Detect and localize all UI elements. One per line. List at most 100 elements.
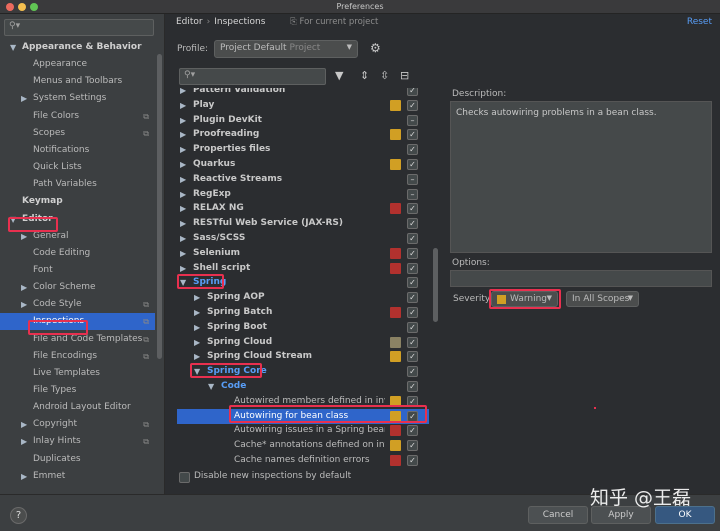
collapsed-arrow-icon[interactable]: ▶ xyxy=(194,335,200,350)
collapsed-arrow-icon[interactable]: ▶ xyxy=(194,305,200,320)
inspection-group-row[interactable]: ▶ Pattern Validation ✓ xyxy=(177,88,429,98)
inspection-group-row[interactable]: ▶ Plugin DevKit – xyxy=(177,113,429,128)
collapsed-arrow-icon[interactable]: ▶ xyxy=(21,90,27,107)
inspection-enabled-checkbox[interactable]: – xyxy=(407,188,418,200)
inspections-search-input[interactable]: ⚲▾ xyxy=(179,68,326,85)
collapsed-arrow-icon[interactable]: ▶ xyxy=(194,320,200,335)
collapsed-arrow-icon[interactable]: ▶ xyxy=(180,88,186,98)
inspection-group-row[interactable]: ▶ RegExp – xyxy=(177,187,429,202)
inspection-row[interactable]: Autowiring issues in a Spring bean class… xyxy=(177,423,429,438)
collapsed-arrow-icon[interactable]: ▶ xyxy=(21,433,27,450)
sidebar-item[interactable]: Code Editing xyxy=(0,245,155,262)
collapsed-arrow-icon[interactable]: ▶ xyxy=(180,231,186,246)
collapsed-arrow-icon[interactable]: ▶ xyxy=(21,279,27,296)
inspection-group-row[interactable]: ▶ Spring Batch ✓ xyxy=(177,305,429,320)
reset-to-default-icon[interactable]: ⊟ xyxy=(400,69,409,82)
help-button[interactable]: ? xyxy=(10,507,27,524)
collapsed-arrow-icon[interactable]: ▶ xyxy=(180,142,186,157)
inspection-enabled-checkbox[interactable]: ✓ xyxy=(407,307,418,318)
inspection-enabled-checkbox[interactable]: ✓ xyxy=(407,129,418,141)
inspection-group-row[interactable]: ▶ Spring Cloud ✓ xyxy=(177,335,429,350)
sidebar-item[interactable]: Scopes ⧉ xyxy=(0,125,155,142)
inspection-group-row[interactable]: ▶ Quarkus ✓ xyxy=(177,157,429,172)
scope-dropdown[interactable]: In All Scopes ▼ xyxy=(566,291,639,307)
sidebar-item[interactable]: Notifications xyxy=(0,142,155,159)
sidebar-item[interactable]: ▶ Emmet xyxy=(0,468,155,485)
inspection-row[interactable]: Cache* annotations defined on interface/… xyxy=(177,438,429,453)
expanded-arrow-icon[interactable]: ▼ xyxy=(208,379,214,394)
inspection-group-row[interactable]: ▶ Selenium ✓ xyxy=(177,246,429,261)
breadcrumb-root[interactable]: Editor xyxy=(176,17,203,27)
inspection-enabled-checkbox[interactable]: ✓ xyxy=(407,292,418,304)
sidebar-item[interactable]: ▶ System Settings xyxy=(0,90,155,107)
inspection-enabled-checkbox[interactable]: ✓ xyxy=(407,336,418,348)
inspection-group-row[interactable]: ▶ Sass/SCSS ✓ xyxy=(177,231,429,246)
collapsed-arrow-icon[interactable]: ▶ xyxy=(194,290,200,305)
collapsed-arrow-icon[interactable]: ▶ xyxy=(180,98,186,113)
inspection-enabled-checkbox[interactable]: – xyxy=(407,173,418,185)
sidebar-item[interactable]: Live Templates xyxy=(0,365,155,382)
expanded-arrow-icon[interactable]: ▼ xyxy=(10,39,16,56)
cancel-button[interactable]: Cancel xyxy=(528,506,588,524)
gear-icon[interactable]: ⚙ xyxy=(370,41,381,55)
inspection-enabled-checkbox[interactable]: ✓ xyxy=(407,366,418,378)
sidebar-item[interactable]: Keymap xyxy=(0,193,155,210)
inspection-group-row[interactable]: ▶ Properties files ✓ xyxy=(177,142,429,157)
collapsed-arrow-icon[interactable]: ▶ xyxy=(180,172,186,187)
collapsed-arrow-icon[interactable]: ▶ xyxy=(180,216,186,231)
inspection-group-row[interactable]: ▶ Spring AOP ✓ xyxy=(177,290,429,305)
collapsed-arrow-icon[interactable]: ▶ xyxy=(21,468,27,485)
filter-icon[interactable]: ▼ xyxy=(335,69,343,82)
inspection-enabled-checkbox[interactable]: ✓ xyxy=(407,247,418,259)
inspection-enabled-checkbox[interactable]: ✓ xyxy=(407,203,418,215)
inspection-enabled-checkbox[interactable]: ✓ xyxy=(407,351,418,363)
sidebar-item[interactable]: File Colors ⧉ xyxy=(0,108,155,125)
sidebar-scrollbar[interactable] xyxy=(157,54,162,359)
sidebar-item[interactable]: ▶ Inlay Hints ⧉ xyxy=(0,433,155,450)
inspection-enabled-checkbox[interactable]: ✓ xyxy=(407,99,418,111)
inspection-enabled-checkbox[interactable]: ✓ xyxy=(407,381,418,392)
collapsed-arrow-icon[interactable]: ▶ xyxy=(180,246,186,261)
sidebar-item[interactable]: Path Variables xyxy=(0,176,155,193)
inspections-scrollbar[interactable] xyxy=(433,248,438,322)
collapsed-arrow-icon[interactable]: ▶ xyxy=(180,187,186,202)
reset-link[interactable]: Reset xyxy=(687,17,712,27)
expand-all-icon[interactable]: ⇕ xyxy=(360,69,369,82)
collapsed-arrow-icon[interactable]: ▶ xyxy=(180,127,186,142)
collapse-all-icon[interactable]: ⇳ xyxy=(380,69,389,82)
sidebar-item[interactable]: Quick Lists xyxy=(0,159,155,176)
sidebar-item[interactable]: Duplicates xyxy=(0,451,155,468)
collapsed-arrow-icon[interactable]: ▶ xyxy=(180,157,186,172)
profile-dropdown[interactable]: Project Default Project ▼ xyxy=(214,40,358,58)
inspection-enabled-checkbox[interactable]: ✓ xyxy=(407,277,418,289)
collapsed-arrow-icon[interactable]: ▶ xyxy=(21,296,27,313)
settings-search-input[interactable]: ⚲▾ xyxy=(4,19,154,36)
sidebar-item[interactable]: Android Layout Editor xyxy=(0,399,155,416)
sidebar-item[interactable]: File Encodings ⧉ xyxy=(0,348,155,365)
inspection-row[interactable]: Cache names definition errors ✓ xyxy=(177,453,429,468)
inspection-enabled-checkbox[interactable]: ✓ xyxy=(407,218,418,230)
sidebar-item[interactable]: Menus and Toolbars xyxy=(0,73,155,90)
inspection-group-row[interactable]: ▶ Proofreading ✓ xyxy=(177,127,429,142)
inspection-group-row[interactable]: ▶ Spring Boot ✓ xyxy=(177,320,429,335)
collapsed-arrow-icon[interactable]: ▶ xyxy=(180,201,186,216)
inspection-enabled-checkbox[interactable]: ✓ xyxy=(407,455,418,466)
inspection-group-row[interactable]: ▶ RELAX NG ✓ xyxy=(177,201,429,216)
sidebar-item[interactable]: ▶ Color Scheme xyxy=(0,279,155,296)
sidebar-item[interactable]: Font xyxy=(0,262,155,279)
inspection-enabled-checkbox[interactable]: ✓ xyxy=(407,159,418,170)
inspection-enabled-checkbox[interactable]: ✓ xyxy=(407,262,418,274)
inspection-enabled-checkbox[interactable]: ✓ xyxy=(407,425,418,437)
disable-new-checkbox[interactable] xyxy=(179,472,190,483)
sidebar-item[interactable]: ▶ Copyright ⧉ xyxy=(0,416,155,433)
inspection-group-row[interactable]: ▶ Reactive Streams – xyxy=(177,172,429,187)
collapsed-arrow-icon[interactable]: ▶ xyxy=(180,113,186,128)
inspection-enabled-checkbox[interactable]: ✓ xyxy=(407,88,418,96)
inspection-enabled-checkbox[interactable]: ✓ xyxy=(407,144,418,156)
collapsed-arrow-icon[interactable]: ▶ xyxy=(21,416,27,433)
inspection-enabled-checkbox[interactable]: ✓ xyxy=(407,440,418,452)
inspection-enabled-checkbox[interactable]: ✓ xyxy=(407,233,418,244)
sidebar-item[interactable]: File Types xyxy=(0,382,155,399)
sidebar-item[interactable]: ▶ Code Style ⧉ xyxy=(0,296,155,313)
inspection-enabled-checkbox[interactable]: – xyxy=(407,114,418,126)
